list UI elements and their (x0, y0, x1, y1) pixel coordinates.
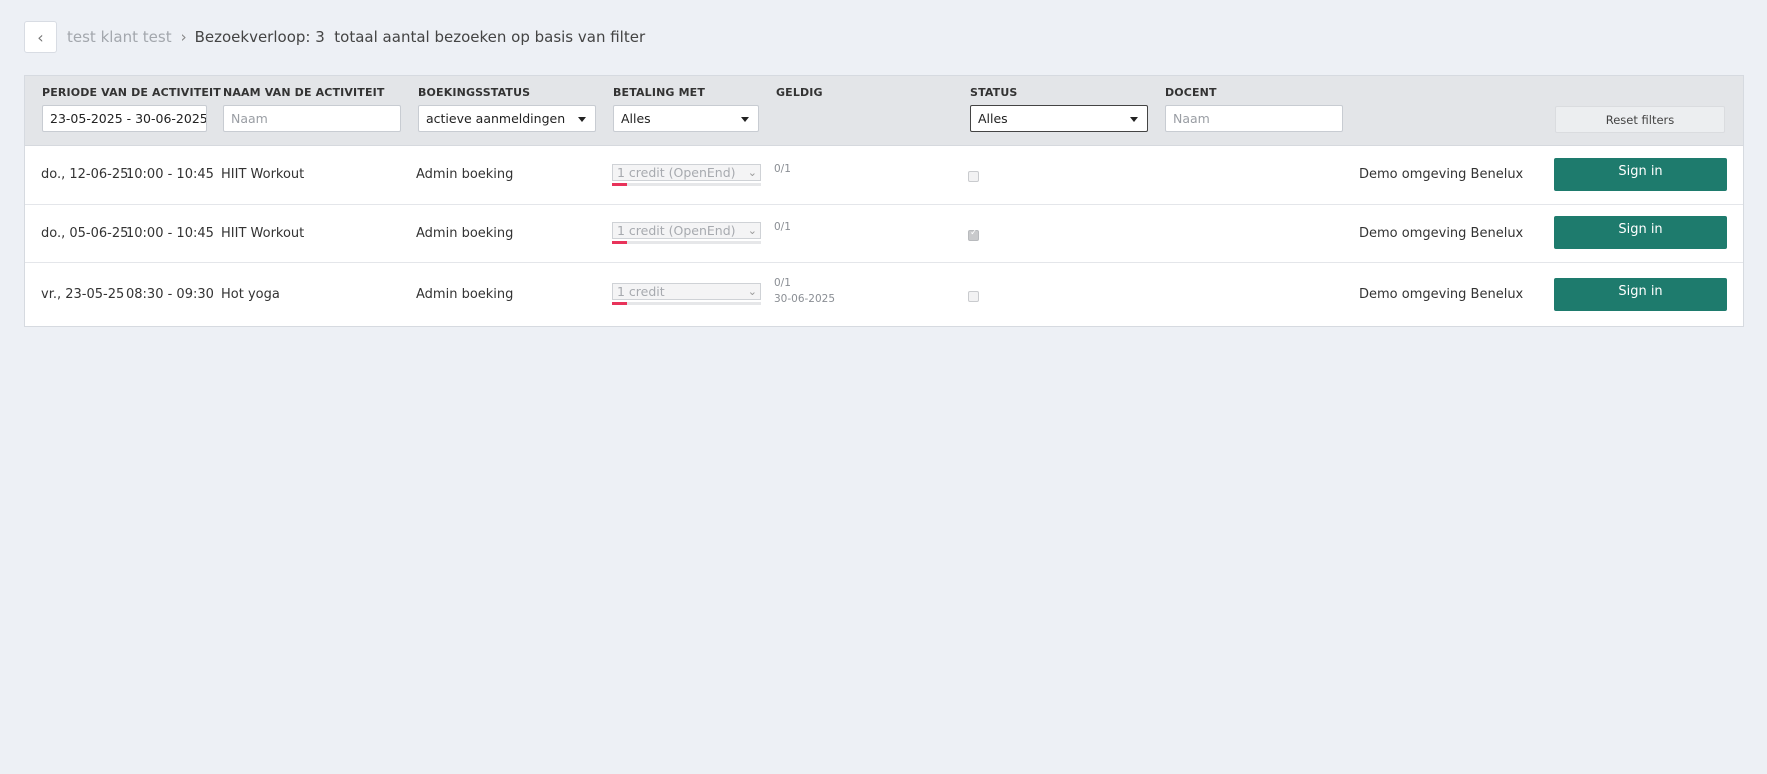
chevron-down-icon: ⌄ (747, 285, 757, 298)
status-value: Alles (978, 111, 1008, 126)
row-valid: 0/1 30-06-2025 (774, 275, 835, 307)
valid-column-label: GELDIG (776, 86, 823, 99)
page-title: Bezoekverloop: 3 totaal aantal bezoeken … (194, 28, 646, 46)
table-row: vr., 23-05-25 08:30 - 09:30 Hot yoga Adm… (25, 263, 1743, 326)
chevron-down-icon: ⌄ (747, 166, 757, 179)
caret-down-icon (578, 117, 586, 122)
booking-status-select[interactable]: actieve aanmeldingen (418, 105, 596, 132)
credit-usage-bar (612, 241, 761, 244)
row-valid-date: 30-06-2025 (774, 293, 836, 305)
row-payment-select[interactable]: 1 credit (OpenEnd) ⌄ (612, 222, 761, 239)
teacher-filter-label: DOCENT (1165, 86, 1217, 99)
row-time: 08:30 - 09:30 (126, 287, 214, 302)
teacher-input[interactable]: Naam (1165, 105, 1343, 132)
row-valid-count: 0/1 (774, 277, 791, 289)
activity-name-input[interactable]: Naam (223, 105, 401, 132)
chevron-down-icon: ⌄ (747, 224, 757, 237)
row-payment-select[interactable]: 1 credit (OpenEnd) ⌄ (612, 164, 761, 181)
row-booking-type: Admin boeking (416, 287, 514, 302)
period-filter-label: PERIODE VAN DE ACTIVITEIT (42, 86, 221, 99)
row-payment-value: 1 credit (OpenEnd) (617, 165, 736, 180)
row-payment-select[interactable]: 1 credit ⌄ (612, 283, 761, 300)
booking-status-value: actieve aanmeldingen (426, 111, 566, 126)
payment-filter-label: BETALING MET (613, 86, 705, 99)
booking-status-filter-label: BOEKINGSSTATUS (418, 86, 531, 99)
row-status-checkbox[interactable] (968, 171, 979, 182)
row-time: 10:00 - 10:45 (126, 167, 214, 182)
row-payment-value: 1 credit (OpenEnd) (617, 223, 736, 238)
chevron-left-icon: ‹ (37, 27, 44, 47)
row-time: 10:00 - 10:45 (126, 226, 214, 241)
reset-filters-button[interactable]: Reset filters (1555, 106, 1725, 133)
row-booking-type: Admin boeking (416, 226, 514, 241)
filter-bar: PERIODE VAN DE ACTIVITEIT 23-05-2025 - 3… (25, 76, 1743, 146)
row-valid-count: 0/1 (774, 163, 791, 175)
row-activity: HIIT Workout (221, 226, 305, 241)
row-date: do., 05-06-25 (41, 226, 129, 241)
row-status-checkbox[interactable] (968, 228, 979, 241)
row-location: Demo omgeving Benelux (1359, 167, 1524, 182)
status-select[interactable]: Alles (970, 105, 1148, 132)
sign-in-button[interactable]: Sign in (1554, 216, 1727, 249)
sign-in-button[interactable]: Sign in (1554, 278, 1727, 311)
row-activity: Hot yoga (221, 287, 280, 302)
caret-down-icon (1130, 117, 1138, 122)
table-row: do., 12-06-25 10:00 - 10:45 HIIT Workout… (25, 146, 1743, 205)
row-valid-count: 0/1 (774, 221, 791, 233)
row-date: do., 12-06-25 (41, 167, 129, 182)
credit-usage-bar (612, 183, 761, 186)
row-payment-value: 1 credit (617, 284, 665, 299)
back-button[interactable]: ‹ (24, 21, 57, 53)
breadcrumb-parent-link[interactable]: test klant test (67, 28, 172, 46)
payment-value: Alles (621, 111, 651, 126)
visit-history-panel: PERIODE VAN DE ACTIVITEIT 23-05-2025 - 3… (24, 75, 1744, 327)
row-valid: 0/1 (774, 219, 791, 235)
row-date: vr., 23-05-25 (41, 287, 125, 302)
row-location: Demo omgeving Benelux (1359, 287, 1524, 302)
caret-down-icon (741, 117, 749, 122)
activity-name-filter-label: NAAM VAN DE ACTIVITEIT (223, 86, 385, 99)
row-valid: 0/1 (774, 161, 791, 177)
chevron-right-icon: › (180, 28, 187, 46)
credit-usage-bar (612, 302, 761, 305)
row-activity: HIIT Workout (221, 167, 305, 182)
period-date-range-input[interactable]: 23-05-2025 - 30-06-2025 (42, 105, 207, 132)
status-filter-label: STATUS (970, 86, 1018, 99)
payment-select[interactable]: Alles (613, 105, 759, 132)
breadcrumb: ‹ test klant test › Bezoekverloop: 3 tot… (24, 21, 645, 53)
sign-in-button[interactable]: Sign in (1554, 158, 1727, 191)
row-status-checkbox[interactable] (968, 291, 979, 302)
row-booking-type: Admin boeking (416, 167, 514, 182)
table-row: do., 05-06-25 10:00 - 10:45 HIIT Workout… (25, 205, 1743, 263)
row-location: Demo omgeving Benelux (1359, 226, 1524, 241)
